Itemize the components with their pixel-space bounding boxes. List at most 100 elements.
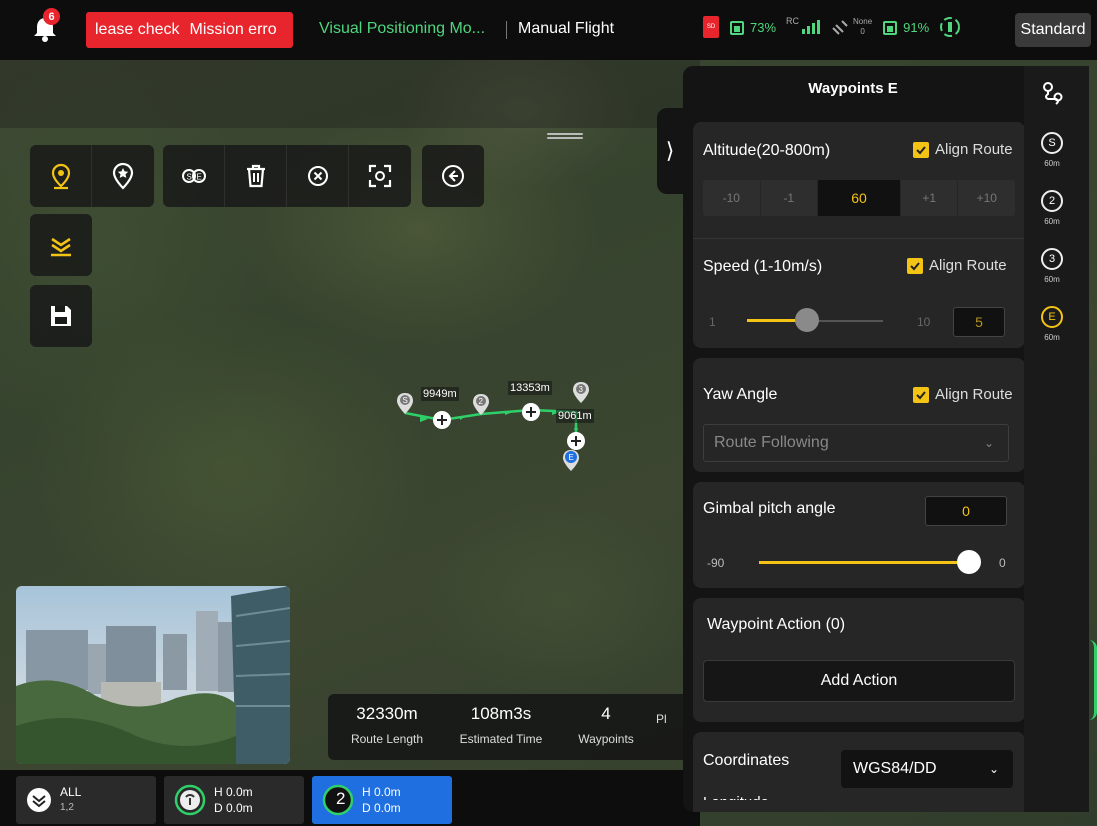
waypoint-list-item-2[interactable]: 2 60m bbox=[1040, 190, 1064, 226]
edge-indicator bbox=[1089, 640, 1097, 720]
start-end-tool[interactable]: SE bbox=[163, 145, 225, 207]
yaw-align-label: Align Route bbox=[935, 386, 1013, 403]
alert-banner[interactable]: lease check Mission erro bbox=[86, 12, 293, 48]
yaw-mode-select[interactable]: Route Following ⌄ bbox=[703, 424, 1009, 462]
positioning-mode[interactable]: Visual Positioning Mo... bbox=[319, 20, 485, 38]
star-pin-icon bbox=[112, 162, 134, 190]
gimbal-value-input[interactable]: 0 bbox=[925, 496, 1007, 526]
stat-route-length: 32330m Route Length bbox=[328, 704, 446, 760]
chevron-down-icon: ⌄ bbox=[983, 436, 994, 450]
waypoint-list-item-3[interactable]: 3 60m bbox=[1040, 248, 1064, 284]
focus-icon bbox=[368, 164, 392, 188]
panel-title: Waypoints E bbox=[808, 80, 898, 97]
coordinates-label: Coordinates bbox=[703, 752, 790, 769]
yaw-label: Yaw Angle bbox=[703, 386, 778, 403]
coordinate-system-select[interactable]: WGS84/DD ⌄ bbox=[841, 750, 1013, 788]
sd-card-icon: SD bbox=[703, 16, 719, 38]
svg-text:S: S bbox=[186, 173, 191, 182]
stat-waypoints: 4 Waypoints bbox=[556, 704, 656, 760]
speed-value-input[interactable]: 5 bbox=[953, 307, 1005, 337]
check-icon bbox=[913, 386, 929, 403]
waypoint-pin-icon bbox=[51, 163, 70, 190]
waypoint-e-marker: E bbox=[563, 450, 579, 471]
aircraft-battery: 73% bbox=[729, 18, 776, 36]
satellite-count: 0 bbox=[860, 27, 865, 36]
group-sub: 1,2 bbox=[60, 802, 74, 813]
signal-bars-icon bbox=[802, 20, 821, 34]
drone-2-number: 2 bbox=[336, 789, 346, 808]
speed-label: Speed (1-10m/s) bbox=[703, 258, 823, 275]
waypoint-list-item-s[interactable]: S 60m bbox=[1040, 132, 1064, 168]
close-circle-icon bbox=[307, 166, 328, 186]
back-arrow-icon bbox=[442, 165, 464, 187]
drone-group-icon bbox=[27, 788, 51, 812]
waypoint-toolbar bbox=[30, 145, 154, 207]
back-tool[interactable] bbox=[422, 145, 484, 207]
route-overview-icon[interactable] bbox=[1038, 80, 1066, 108]
rc-label: RC bbox=[786, 16, 800, 26]
gimbal-min: -90 bbox=[707, 556, 725, 570]
gimbal-card: Gimbal pitch angle 0 -90 0 bbox=[693, 482, 1025, 588]
route-path[interactable]: S 2 3 E bbox=[380, 370, 620, 490]
add-action-button[interactable]: Add Action bbox=[703, 660, 1015, 702]
satellite-status: None 0 bbox=[830, 17, 872, 37]
drag-handle[interactable] bbox=[541, 131, 589, 141]
delete-tool[interactable] bbox=[225, 145, 287, 207]
yaw-align-checkbox[interactable]: Align Route bbox=[913, 386, 1013, 403]
status-icons: SD 73% RC None 0 91% bbox=[703, 16, 961, 38]
takeoff-icon bbox=[51, 237, 71, 257]
waypoint-tool[interactable] bbox=[30, 145, 92, 207]
clear-tool[interactable] bbox=[287, 145, 349, 207]
altitude-minus-10[interactable]: -10 bbox=[703, 180, 761, 216]
drone-1-height: H 0.0m bbox=[214, 785, 253, 799]
waypoint-e-icon: E bbox=[1041, 306, 1063, 328]
drone-2-card[interactable]: 2 H 0.0m D 0.0m bbox=[312, 776, 452, 824]
altitude-align-checkbox[interactable]: Align Route bbox=[913, 141, 1013, 158]
aircraft-battery-value: 73% bbox=[750, 19, 777, 35]
alert-message-1: lease check bbox=[95, 21, 180, 38]
alert-message-2: Mission erro bbox=[189, 21, 277, 38]
altitude-plus-10[interactable]: +10 bbox=[958, 180, 1015, 216]
profile-button[interactable]: Standard bbox=[1015, 13, 1091, 47]
speed-min: 1 bbox=[709, 315, 716, 329]
svg-text:3: 3 bbox=[579, 385, 584, 394]
route-length-label: Route Length bbox=[350, 732, 424, 746]
group-label: ALL bbox=[60, 785, 82, 799]
altitude-value[interactable]: 60 bbox=[818, 180, 901, 216]
waypoint-list-item-e[interactable]: E 60m bbox=[1040, 306, 1064, 342]
longitude-label: Longitude bbox=[703, 794, 769, 811]
gimbal-slider-knob[interactable] bbox=[957, 550, 981, 574]
stat-truncated: Pl bbox=[656, 704, 686, 760]
poi-tool[interactable] bbox=[92, 145, 154, 207]
drone-1-distance: D 0.0m bbox=[214, 801, 253, 815]
save-button[interactable] bbox=[30, 285, 92, 347]
altitude-stepper: -10 -1 60 +1 +10 bbox=[703, 180, 1015, 216]
panel-collapse-button[interactable]: ⟩ bbox=[657, 108, 683, 194]
altitude-minus-1[interactable]: -1 bbox=[761, 180, 819, 216]
waypoint-e-altitude: 60m bbox=[1044, 333, 1060, 342]
waypoint-3-marker: 3 bbox=[573, 382, 589, 403]
camera-preview[interactable] bbox=[16, 586, 290, 764]
waypoint-action-label: Waypoint Action (0) bbox=[707, 616, 846, 633]
speed-slider-knob[interactable] bbox=[795, 308, 819, 332]
altitude-label: Altitude(20-800m) bbox=[703, 142, 831, 159]
link-signal-icon bbox=[940, 17, 961, 37]
waypoint-2-icon: 2 bbox=[1041, 190, 1063, 212]
speed-align-checkbox[interactable]: Align Route bbox=[907, 257, 1007, 274]
waypoint-2-altitude: 60m bbox=[1044, 217, 1060, 226]
trash-icon bbox=[246, 164, 265, 188]
rc-battery-icon bbox=[883, 21, 898, 35]
estimated-time-label: Estimated Time bbox=[459, 732, 543, 746]
divider bbox=[506, 21, 507, 39]
takeoff-button[interactable] bbox=[30, 214, 92, 276]
drone-2-distance: D 0.0m bbox=[362, 801, 401, 815]
flight-mode[interactable]: Manual Flight bbox=[518, 20, 614, 38]
midpoint-add-2 bbox=[522, 403, 540, 421]
waypoint-3-altitude: 60m bbox=[1044, 275, 1060, 284]
drone-group-all[interactable]: ALL 1,2 bbox=[16, 776, 156, 824]
drone-1-card[interactable]: H 0.0m D 0.0m bbox=[164, 776, 304, 824]
notification-badge: 6 bbox=[43, 8, 60, 25]
altitude-plus-1[interactable]: +1 bbox=[901, 180, 959, 216]
rc-signal: RC bbox=[786, 16, 821, 34]
focus-tool[interactable] bbox=[349, 145, 411, 207]
